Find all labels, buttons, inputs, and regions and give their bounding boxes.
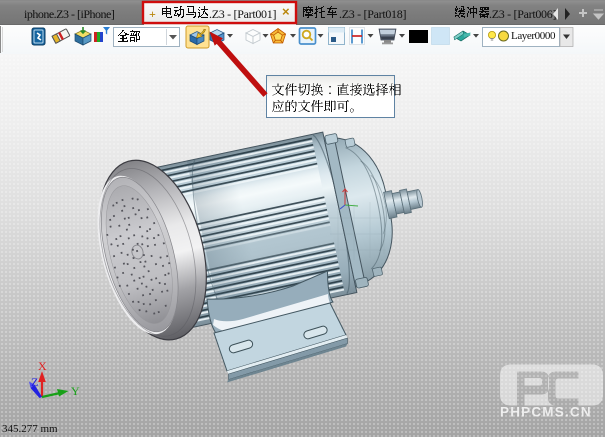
svg-text:PHPCMS.CN: PHPCMS.CN <box>500 405 592 420</box>
svg-text:X: X <box>38 360 47 373</box>
svg-text:Y: Y <box>71 384 80 398</box>
svg-text:Z: Z <box>31 375 38 389</box>
